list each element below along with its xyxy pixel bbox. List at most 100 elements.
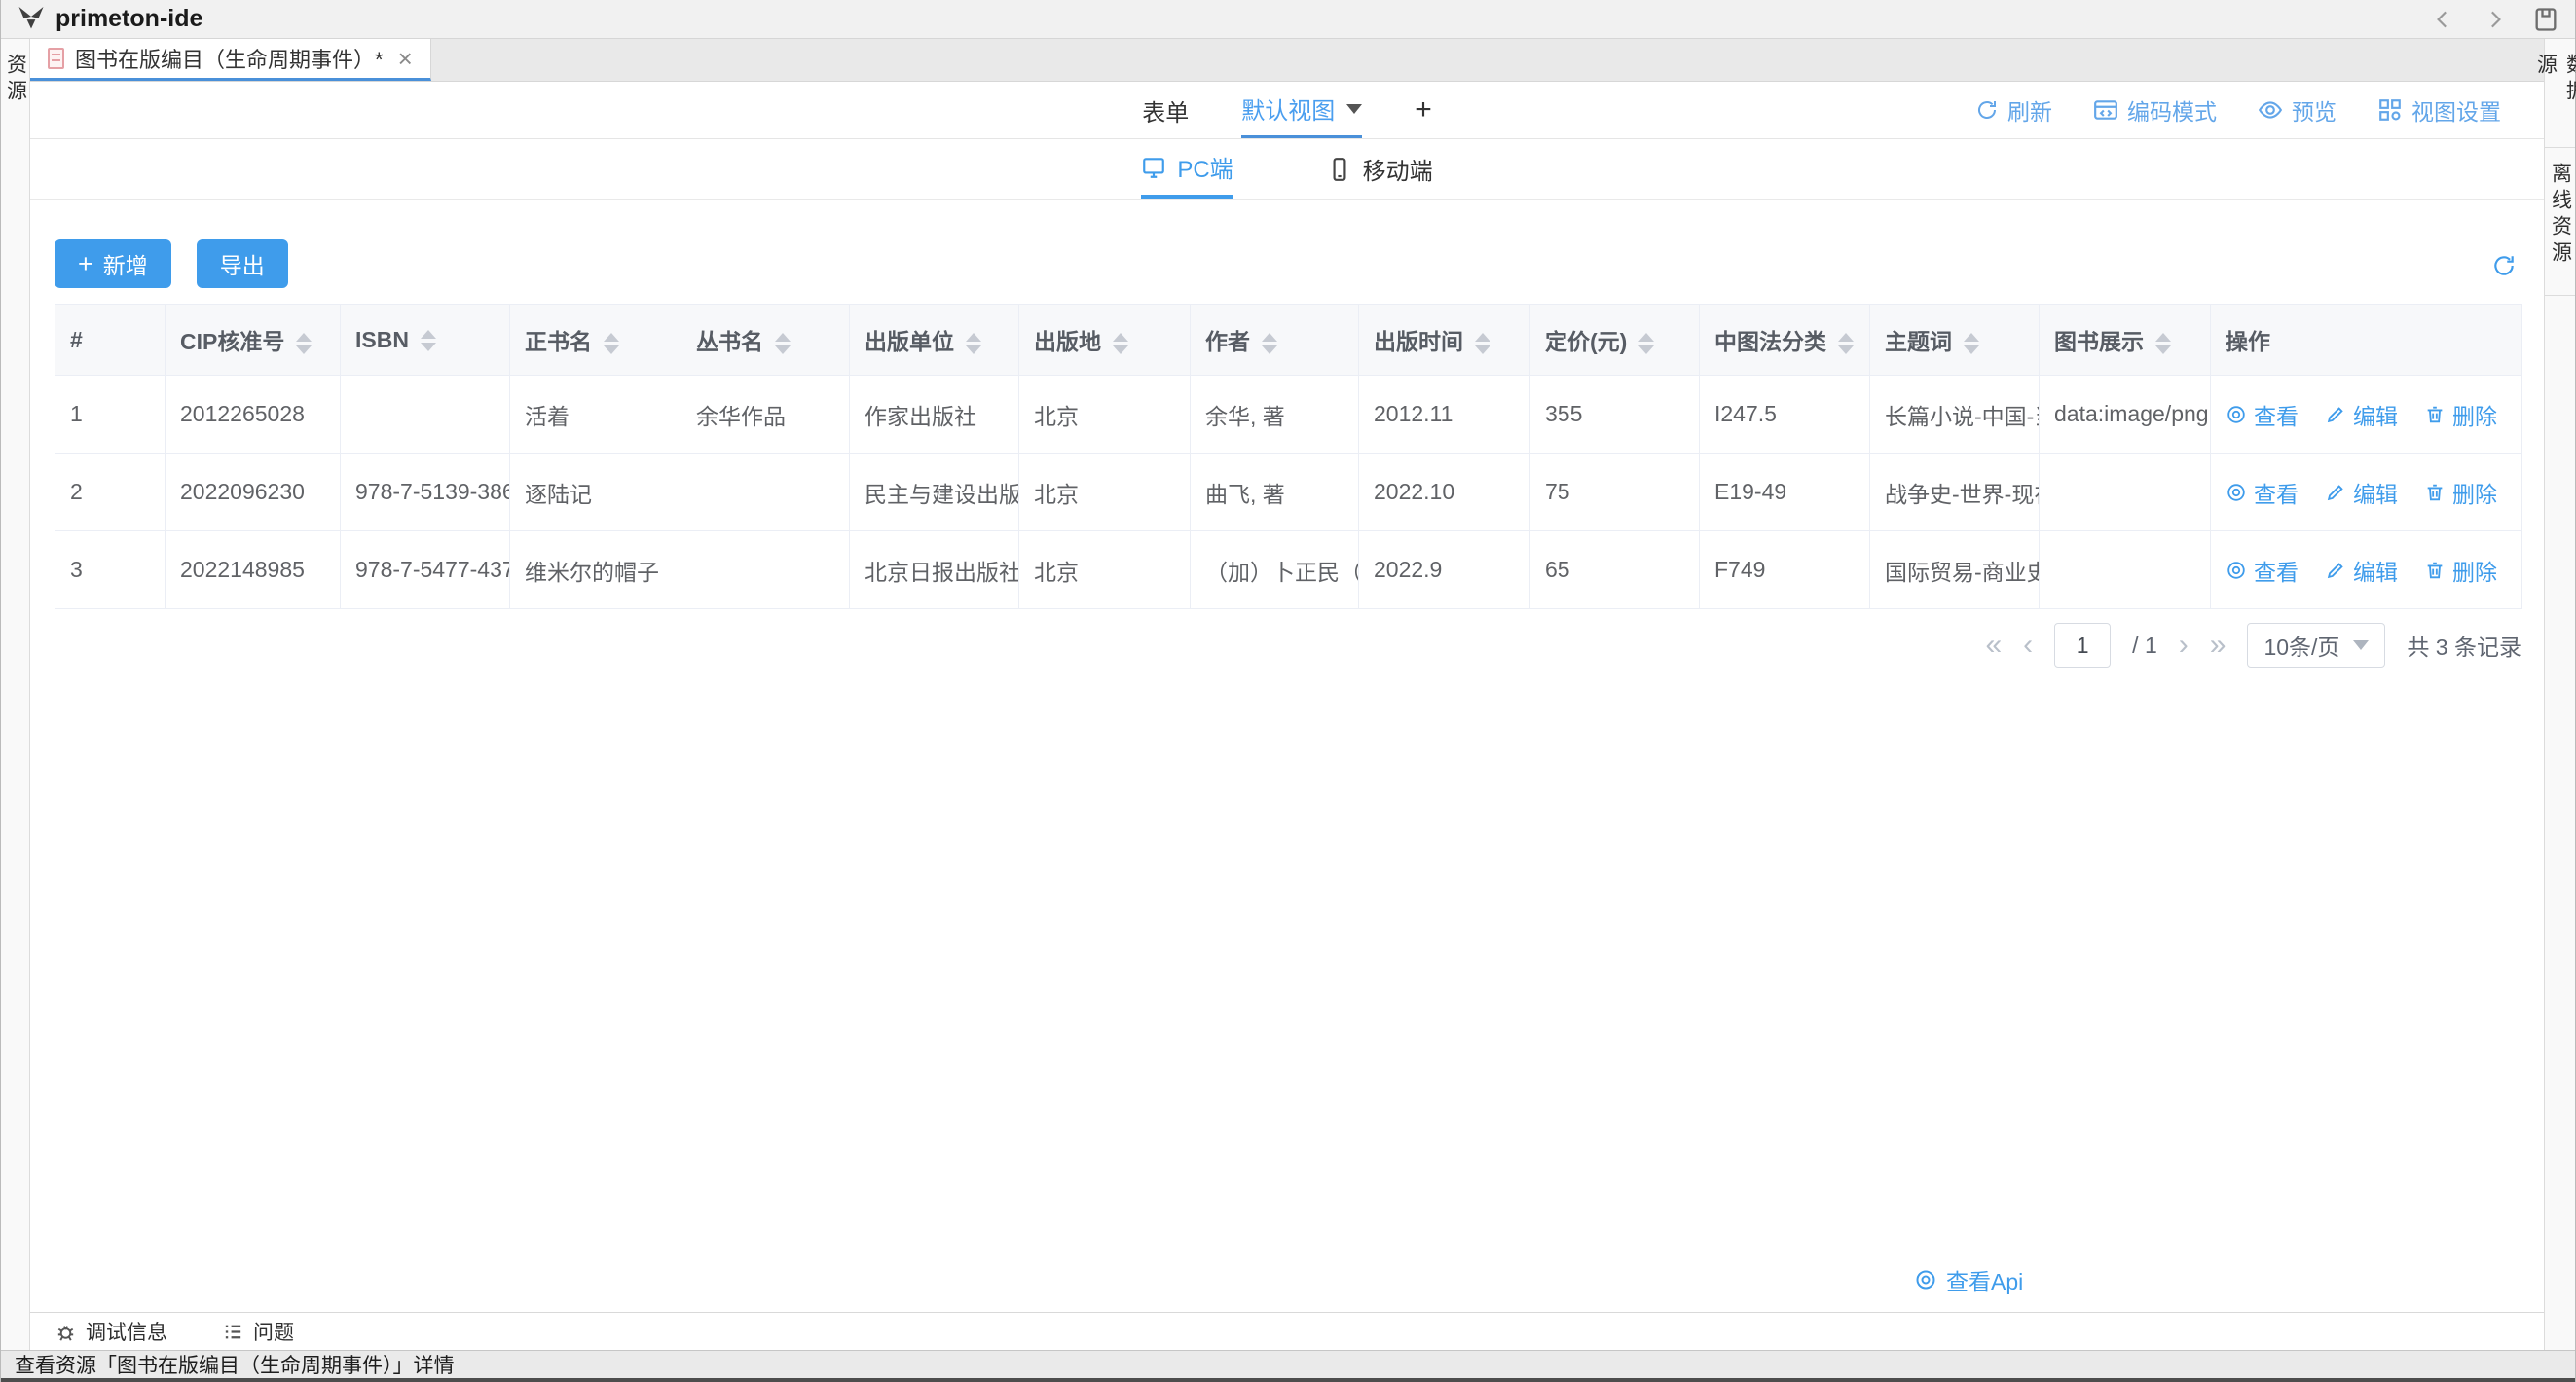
trash-icon [2424,482,2446,503]
last-page-button[interactable]: » [2210,631,2226,660]
sort-carets-icon[interactable] [604,333,619,354]
sort-carets-icon[interactable] [1262,333,1277,354]
table-cell: 余华作品 [681,376,850,454]
save-icon[interactable] [2532,6,2559,33]
next-page-button[interactable]: › [2179,631,2189,660]
delete-row-button[interactable]: 删除 [2424,476,2497,509]
current-page-input[interactable]: 1 [2054,623,2111,668]
sort-carets-icon[interactable] [966,333,981,354]
sort-carets-icon[interactable] [775,333,791,354]
view-api-link[interactable]: 查看Api [1914,1263,2023,1296]
tab-pc[interactable]: PC端 [1141,139,1233,199]
table-body: 12012265028活着余华作品作家出版社北京余华, 著2012.11355I… [55,376,2522,609]
right-rail: 数据源 离线资源 [2544,39,2575,1350]
refresh-button[interactable]: 刷新 [1975,93,2052,127]
first-page-button[interactable]: « [1985,631,2002,660]
status-text: 查看资源「图书在版编目（生命周期事件）」详情 [15,1350,455,1379]
sort-carets-icon[interactable] [2155,333,2171,354]
sort-carets-icon[interactable] [1475,333,1490,354]
view-row-button[interactable]: 查看 [2226,398,2299,431]
table-cell: 国际贸易-商业史- [1870,531,2040,609]
column-header[interactable]: 定价(元) [1530,305,1700,376]
table-cell: 曲飞, 著 [1191,454,1359,531]
view-settings-button[interactable]: 视图设置 [2377,93,2501,127]
table-cell: 3 [55,531,166,609]
phone-icon [1327,157,1352,182]
sort-carets-icon[interactable] [1964,333,1979,354]
table-cell: 逐陆记 [510,454,681,531]
column-header-label: ISBN [355,327,409,352]
workspace: 资源 图书在版编目（生命周期事件）* × 表单 默认视图 [1,39,2575,1350]
table-cell-actions: 查看编辑删除 [2211,376,2522,454]
statusbar: 查看资源「图书在版编目（生命周期事件）」详情 [1,1350,2575,1382]
plus-icon: + [78,249,93,279]
close-tab-icon[interactable]: × [398,46,413,71]
code-mode-button[interactable]: 编码模式 [2093,93,2217,127]
pagination: « ‹ 1 / 1 › » 10条/页 共 3 条记录 [30,623,2521,668]
view-row-button[interactable]: 查看 [2226,554,2299,587]
preview-button[interactable]: 预览 [2258,93,2337,127]
app-title: primeton-ide [55,5,202,33]
column-header[interactable]: 图书展示 [2040,305,2211,376]
column-header-label: 操作 [2226,329,2270,354]
sort-carets-icon[interactable] [421,330,436,351]
pencil-icon [2325,560,2346,581]
column-header[interactable]: ISBN [341,305,510,376]
column-header[interactable]: 作者 [1191,305,1359,376]
prev-page-button[interactable]: ‹ [2023,631,2033,660]
column-header[interactable]: 主题词 [1870,305,2040,376]
page-size-select[interactable]: 10条/页 [2247,623,2385,668]
table-cell: 作家出版社 [850,376,1019,454]
table-cell: 2012.11 [1359,376,1530,454]
resources-rail-item[interactable]: 资源 [1,54,30,1350]
column-header[interactable]: 出版单位 [850,305,1019,376]
device-tabbar: PC端 移动端 [30,139,2544,200]
tab-problems[interactable]: 问题 [222,1317,294,1346]
table-cell: 北京 [1019,454,1191,531]
tab-mobile[interactable]: 移动端 [1327,139,1433,199]
column-header[interactable]: 出版地 [1019,305,1191,376]
view-content: + 新增 导出 #CIP核准号 ISBN 正书名 丛书名出版单位 出版地作者 出版时间定价… [30,200,2544,1312]
view-row-button[interactable]: 查看 [2226,476,2299,509]
column-header[interactable]: 正书名 [510,305,681,376]
app-logo-icon [17,2,46,36]
view-bar: 表单 默认视图 + 刷新 [30,82,2544,139]
offline-resources-rail-item[interactable]: 离线资源 [2546,163,2575,277]
column-header[interactable]: 中图法分类 [1700,305,1870,376]
column-header[interactable]: CIP核准号 [166,305,341,376]
sort-carets-icon[interactable] [1638,333,1654,354]
add-button[interactable]: + 新增 [55,239,171,288]
column-header[interactable]: 出版时间 [1359,305,1530,376]
table-cell: 北京 [1019,531,1191,609]
tab-default-view[interactable]: 默认视图 [1241,82,1362,138]
table-cell: data:image/png;base64 [2040,376,2211,454]
delete-row-button[interactable]: 删除 [2424,554,2497,587]
table-cell: 75 [1530,454,1700,531]
edit-row-button[interactable]: 编辑 [2325,476,2398,509]
tab-form[interactable]: 表单 [1142,82,1189,138]
edit-row-button[interactable]: 编辑 [2325,398,2398,431]
table-cell: E19-49 [1700,454,1870,531]
history-back-icon[interactable] [2431,7,2456,32]
add-view-button[interactable]: + [1415,93,1432,127]
trash-icon [2424,404,2446,425]
history-forward-icon[interactable] [2482,7,2507,32]
edit-row-button[interactable]: 编辑 [2325,554,2398,587]
sort-carets-icon[interactable] [1113,333,1128,354]
delete-row-button[interactable]: 删除 [2424,398,2497,431]
table-refresh-icon[interactable] [2491,253,2517,283]
column-header-label: 作者 [1205,329,1250,354]
document-tab[interactable]: 图书在版编目（生命周期事件）* × [30,39,431,81]
sort-carets-icon[interactable] [1838,333,1854,354]
tab-debug-info[interactable]: 调试信息 [55,1317,167,1346]
export-button[interactable]: 导出 [197,239,288,288]
sort-carets-icon[interactable] [296,333,312,354]
table-cell [2040,531,2211,609]
table-cell: 2012265028 [166,376,341,454]
eye-icon [2226,482,2247,503]
table-cell: 维米尔的帽子 [510,531,681,609]
column-header[interactable]: 丛书名 [681,305,850,376]
column-header: # [55,305,166,376]
column-header-label: 正书名 [525,329,592,354]
column-header-label: 出版单位 [865,329,954,354]
